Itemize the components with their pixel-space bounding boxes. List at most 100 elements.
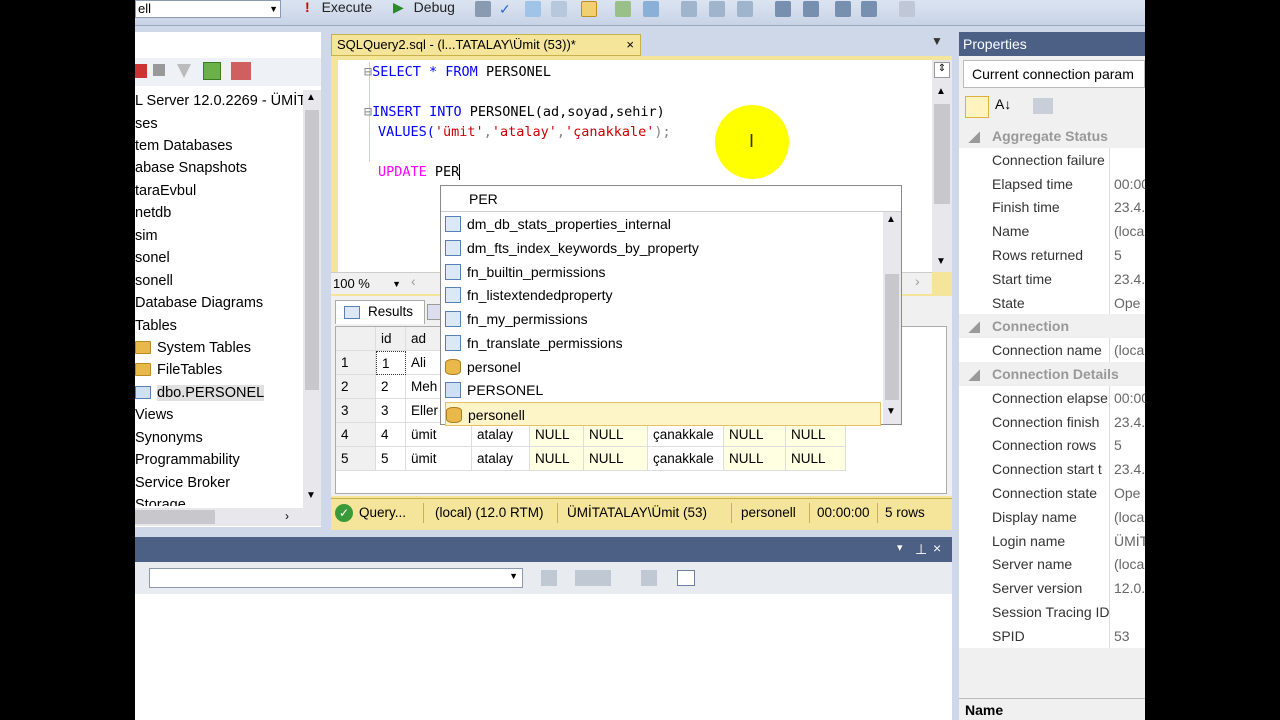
row-header[interactable]: 1 <box>336 351 376 375</box>
intellisense-item-selected[interactable]: personell <box>445 402 881 426</box>
intellisense-item[interactable]: PERSONEL <box>445 378 881 402</box>
chevron-down-icon[interactable]: ▼ <box>886 406 896 417</box>
results-to-grid-icon[interactable] <box>581 1 597 17</box>
property-row[interactable]: Connection failure <box>959 147 1145 172</box>
decrease-indent-icon[interactable] <box>803 1 819 17</box>
grid-cell[interactable]: atalay <box>472 447 530 471</box>
alphabetical-icon[interactable]: A↓ <box>995 96 1011 112</box>
grid-cell[interactable]: NULL <box>724 423 786 447</box>
collapse-icon[interactable]: ⊟ <box>364 64 372 80</box>
properties-object-combo[interactable]: Current connection param <box>963 60 1145 88</box>
tree-item[interactable]: Synonyms <box>135 427 203 449</box>
horizontal-scrollbar[interactable]: › <box>135 508 321 526</box>
grid-cell[interactable]: NULL <box>584 423 648 447</box>
chevron-up-icon[interactable]: ▲ <box>306 92 316 103</box>
editor-scrollbar[interactable]: ⇕ ▲ ▼ <box>932 60 952 272</box>
intellisense-item[interactable]: dm_fts_index_keywords_by_property <box>445 236 881 260</box>
uncomment-icon[interactable] <box>775 1 791 17</box>
navigate-icon[interactable] <box>575 570 611 586</box>
zoom-combo[interactable]: 100 % ▼ <box>333 275 403 293</box>
refresh-icon[interactable] <box>203 62 221 80</box>
tree-item[interactable]: netdb <box>135 202 171 224</box>
chevron-up-icon[interactable]: ▲ <box>936 86 946 97</box>
close-icon[interactable]: × <box>933 540 941 556</box>
intellisense-item[interactable]: fn_my_permissions <box>445 307 881 331</box>
chevron-right-icon[interactable]: › <box>915 273 920 289</box>
parse-icon[interactable] <box>525 1 541 17</box>
property-row[interactable]: Connection state Ope <box>959 481 1145 505</box>
grid-cell[interactable]: NULL <box>786 447 846 471</box>
chevron-down-icon[interactable]: ▼ <box>509 571 518 581</box>
close-icon[interactable]: × <box>626 35 634 55</box>
clear-icon[interactable] <box>641 570 657 586</box>
grid-cell[interactable]: NULL <box>530 447 584 471</box>
scroll-thumb[interactable] <box>305 110 319 390</box>
tree-item[interactable]: FileTables <box>135 359 222 381</box>
property-row[interactable]: Connection start t 23.4. <box>959 457 1145 482</box>
grid-cell[interactable]: çanakkale <box>648 447 724 471</box>
property-category[interactable]: ◢ Connection Details <box>959 362 1145 386</box>
tree-item[interactable]: Service Broker <box>135 472 230 494</box>
property-row[interactable]: Session Tracing ID <box>959 600 1145 624</box>
dropdown-icon[interactable]: ▾ <box>897 541 903 554</box>
results-to-text-icon[interactable] <box>681 1 697 17</box>
grid-cell[interactable]: NULL <box>584 447 648 471</box>
row-header[interactable]: 4 <box>336 423 376 447</box>
comment-icon[interactable] <box>737 1 753 17</box>
tree-item[interactable]: dbo.PERSONEL <box>135 382 265 404</box>
chevron-down-icon[interactable]: ▼ <box>269 1 278 17</box>
tree-item[interactable]: Views <box>135 404 173 426</box>
grid-cell[interactable]: 5 <box>376 447 406 471</box>
checkmark-icon[interactable]: ✓ <box>499 1 515 17</box>
tree-item[interactable]: taraEvbul <box>135 180 196 202</box>
align-icon[interactable] <box>861 1 877 17</box>
property-row[interactable]: Connection finish 23.4. <box>959 409 1145 434</box>
grid-cell[interactable]: 4 <box>376 423 406 447</box>
chevron-right-icon[interactable]: › <box>285 509 289 523</box>
property-row[interactable]: Display name (loca <box>959 504 1145 529</box>
property-row[interactable]: State Ope <box>959 290 1145 315</box>
grid-cell[interactable]: NULL <box>724 447 786 471</box>
server-node[interactable]: L Server 12.0.2269 - ÜMİT <box>135 90 306 112</box>
property-row[interactable]: Name (loca <box>959 219 1145 244</box>
collapse-triangle-icon[interactable]: ◢ <box>969 124 980 148</box>
column-header[interactable]: id <box>376 327 406 351</box>
grid-cell[interactable]: NULL <box>786 423 846 447</box>
property-row[interactable]: Connection elapse 00:00 <box>959 385 1145 410</box>
messages-tab-icon[interactable] <box>427 304 441 320</box>
object-explorer-scrollbar[interactable]: ▲ ▼ <box>303 90 321 508</box>
grid-cell[interactable]: NULL <box>530 423 584 447</box>
query-options-icon[interactable] <box>551 1 567 17</box>
stop-icon[interactable] <box>153 64 165 76</box>
specify-values-icon[interactable] <box>899 1 915 17</box>
tab-sqlquery2[interactable]: SQLQuery2.sql - (l...TATALAY\Ümit (53))*… <box>331 34 641 56</box>
property-row[interactable]: Login name ÜMİT <box>959 528 1145 553</box>
property-row[interactable]: SPID 53 <box>959 623 1145 648</box>
tree-item[interactable]: sonel <box>135 247 170 269</box>
intellisense-item[interactable]: personel <box>445 355 881 379</box>
stop-icon[interactable] <box>475 1 491 17</box>
chevron-down-icon[interactable]: ▼ <box>392 275 401 293</box>
scroll-thumb[interactable] <box>135 510 215 524</box>
client-stats-icon[interactable] <box>643 1 659 17</box>
property-row[interactable]: Connection name (loca <box>959 338 1145 363</box>
tab-dropdown-icon[interactable]: ▼ <box>931 34 943 48</box>
filter-icon[interactable] <box>177 64 191 78</box>
grid-cell[interactable]: 3 <box>376 399 406 423</box>
tree-item[interactable]: abase Snapshots <box>135 157 247 179</box>
categorized-icon[interactable] <box>965 96 989 118</box>
execute-button[interactable]: ! Execute <box>305 0 372 18</box>
results-to-file-icon[interactable] <box>709 1 725 17</box>
intellisense-item[interactable]: fn_translate_permissions <box>445 331 881 355</box>
collapse-icon[interactable]: ⊟ <box>364 104 372 120</box>
tree-item[interactable]: sonell <box>135 270 173 292</box>
property-pages-icon[interactable] <box>1033 98 1053 114</box>
tree-item[interactable]: ses <box>135 113 158 135</box>
property-category[interactable]: ◢ Aggregate Status <box>959 124 1145 148</box>
sort-icon[interactable] <box>541 570 557 586</box>
chevron-down-icon[interactable]: ▼ <box>306 490 316 501</box>
property-row[interactable]: Finish time 23.4. <box>959 195 1145 220</box>
property-row[interactable]: Server name (loca <box>959 552 1145 577</box>
split-icon[interactable]: ⇕ <box>934 62 950 78</box>
intellisense-scrollbar[interactable]: ▲ ▼ <box>883 212 901 424</box>
